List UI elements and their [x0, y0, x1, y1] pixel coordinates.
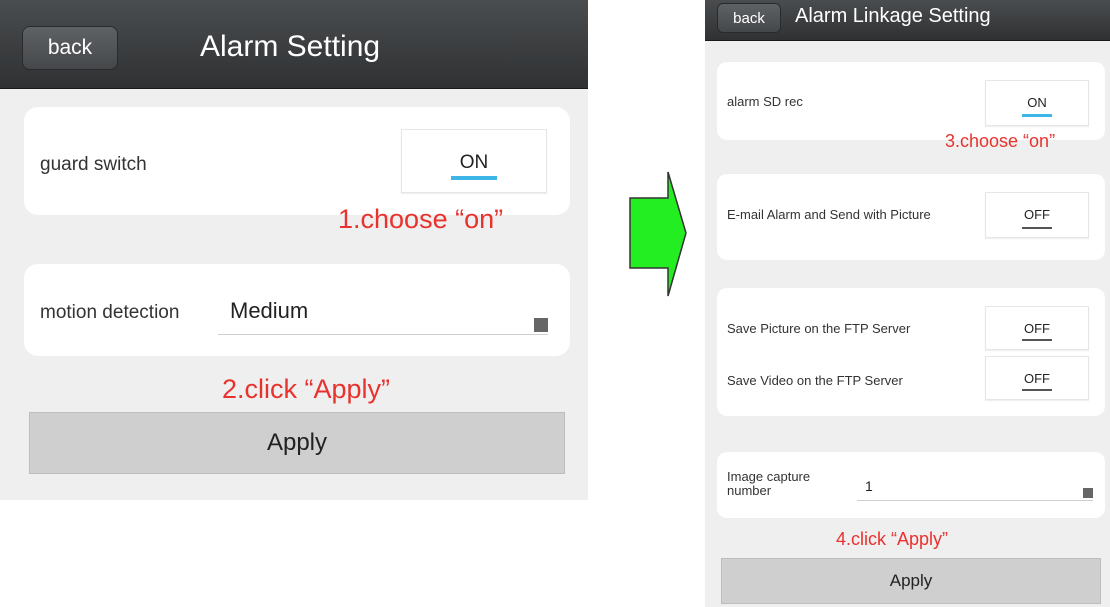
ftp-picture-toggle-value: OFF: [1024, 321, 1050, 336]
toggle-off-indicator: [1022, 227, 1052, 229]
arrow-right-icon: [629, 171, 687, 297]
toggle-off-indicator: [1022, 339, 1052, 341]
guard-switch-toggle[interactable]: ON: [401, 129, 547, 193]
left-header: back Alarm Setting: [0, 0, 588, 89]
page-title: Alarm Setting: [200, 30, 381, 63]
annotation-step-1: 1.choose “on”: [338, 204, 504, 234]
toggle-off-indicator: [1022, 389, 1052, 391]
dropdown-arrow-icon: [534, 318, 548, 332]
ftp-card: Save Picture on the FTP Server OFF Save …: [717, 288, 1105, 416]
image-capture-label-line2: number: [727, 483, 772, 498]
back-button[interactable]: back: [717, 3, 781, 33]
motion-detection-value: Medium: [230, 298, 309, 323]
guard-switch-label: guard switch: [40, 154, 147, 175]
alarm-sd-rec-toggle[interactable]: ON: [985, 80, 1089, 126]
annotation-step-2: 2.click “Apply”: [222, 374, 391, 404]
toggle-on-indicator: [451, 176, 497, 180]
right-header: back Alarm Linkage Setting: [705, 0, 1110, 41]
ftp-picture-label: Save Picture on the FTP Server: [727, 321, 911, 336]
email-alarm-label: E-mail Alarm and Send with Picture: [727, 207, 931, 222]
image-capture-label: Image capture number: [727, 470, 810, 498]
guard-switch-card: guard switch ON: [24, 107, 570, 215]
email-alarm-card: E-mail Alarm and Send with Picture OFF: [717, 174, 1105, 260]
image-capture-value: 1: [865, 478, 873, 494]
apply-button[interactable]: Apply: [721, 558, 1101, 604]
guard-switch-toggle-value: ON: [459, 152, 489, 173]
back-button-label: back: [47, 36, 93, 59]
apply-button-label: Apply: [889, 571, 933, 590]
page-title: Alarm Linkage Setting: [795, 5, 991, 27]
ftp-picture-toggle[interactable]: OFF: [985, 306, 1089, 350]
alarm-sd-rec-toggle-value: ON: [1027, 95, 1047, 110]
email-alarm-toggle-value: OFF: [1024, 207, 1050, 222]
back-button[interactable]: back: [22, 26, 118, 70]
toggle-on-indicator: [1022, 114, 1052, 117]
dropdown-arrow-icon: [1083, 488, 1093, 498]
image-capture-label-line1: Image capture: [727, 469, 811, 484]
motion-detection-dropdown[interactable]: Medium: [218, 292, 548, 335]
email-alarm-toggle[interactable]: OFF: [985, 192, 1089, 238]
alarm-sd-rec-label: alarm SD rec: [727, 94, 803, 109]
apply-button-label: Apply: [266, 429, 328, 456]
left-screen: back Alarm Setting guard switch ON 1.cho…: [0, 0, 588, 500]
annotation-step-3: 3.choose “on”: [945, 131, 1056, 151]
annotation-step-4: 4.click “Apply”: [836, 529, 949, 549]
ftp-video-toggle[interactable]: OFF: [985, 356, 1089, 400]
motion-detection-label: motion detection: [40, 302, 180, 323]
apply-button[interactable]: Apply: [29, 412, 565, 474]
right-screen: back Alarm Linkage Setting alarm SD rec …: [705, 0, 1110, 607]
image-capture-dropdown[interactable]: 1: [857, 470, 1093, 501]
motion-detection-card: motion detection Medium: [24, 264, 570, 356]
ftp-video-toggle-value: OFF: [1024, 371, 1050, 386]
back-button-label: back: [733, 9, 765, 27]
alarm-sd-rec-card: alarm SD rec ON: [717, 62, 1105, 140]
ftp-video-label: Save Video on the FTP Server: [727, 373, 903, 388]
image-capture-card: Image capture number 1: [717, 452, 1105, 518]
